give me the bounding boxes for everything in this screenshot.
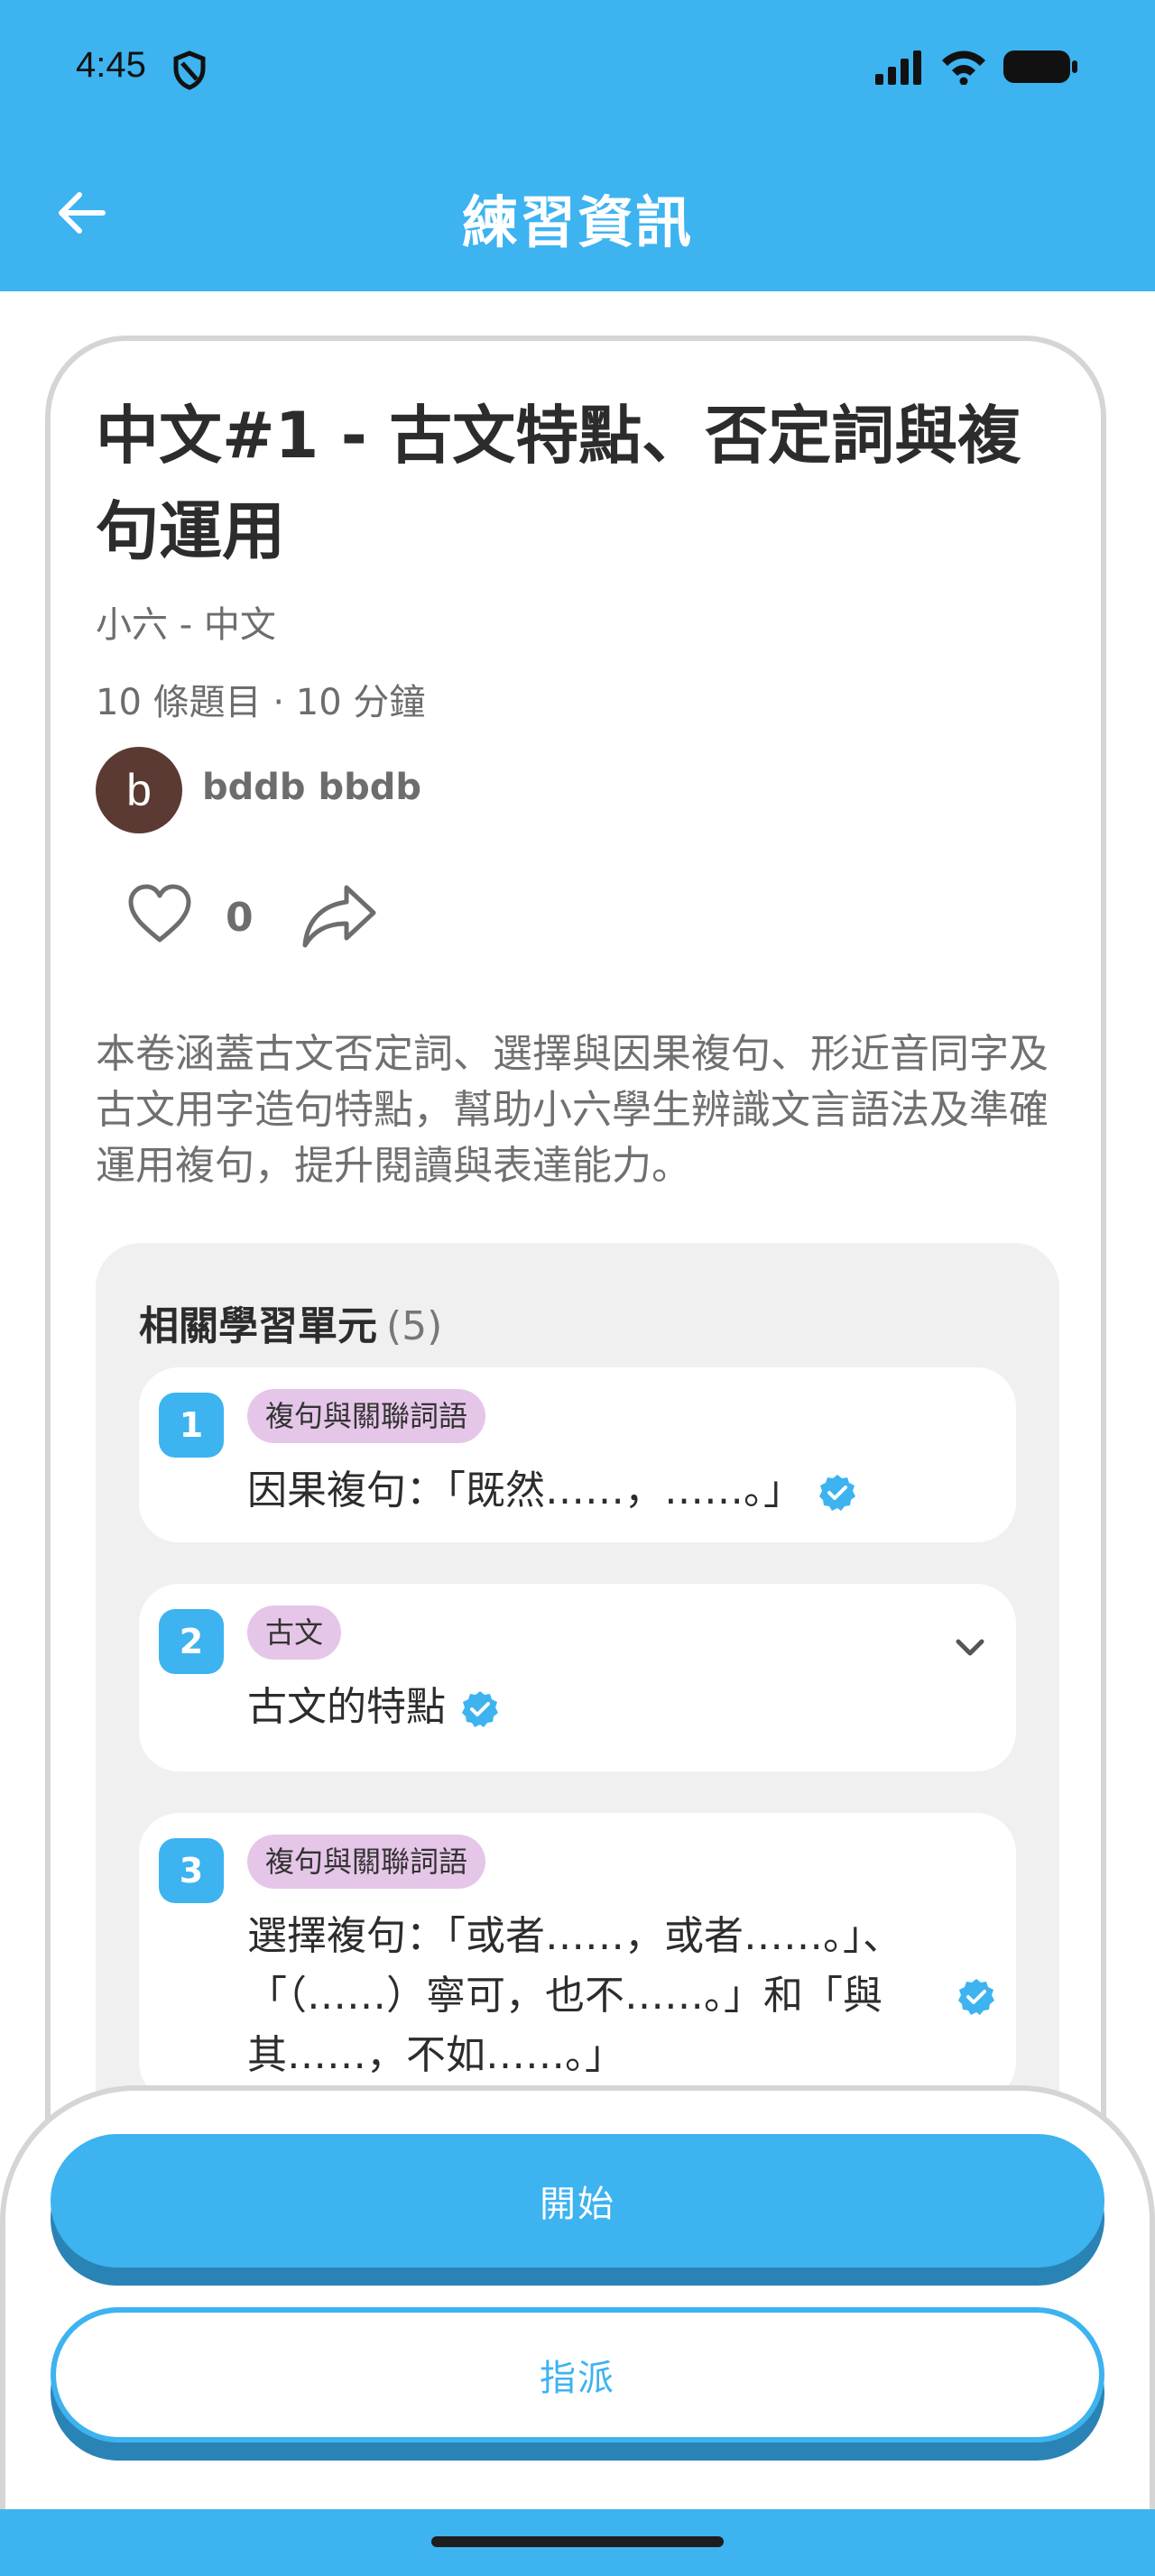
author-name[interactable]: bddb bbdb bbox=[202, 767, 421, 808]
verified-badge-icon bbox=[958, 1979, 994, 2015]
signal-icon bbox=[875, 51, 921, 85]
related-units-count: (5) bbox=[386, 1303, 443, 1349]
unit-title-text: 選擇複句：「或者……，或者……。」、「（……）寧可，也不……。」和「與其……，不… bbox=[247, 1913, 902, 2078]
unit-number: 3 bbox=[159, 1838, 224, 1903]
verified-badge-icon bbox=[462, 1691, 498, 1727]
unit-item[interactable]: 3 複句與關聯詞語 選擇複句：「或者……，或者……。」、「（……）寧可，也不……… bbox=[139, 1813, 1016, 2102]
related-units-heading: 相關學習單元 (5) bbox=[139, 1293, 442, 1351]
wifi-icon bbox=[942, 51, 985, 85]
home-indicator[interactable] bbox=[431, 2536, 724, 2547]
unit-item[interactable]: 2 古文 古文的特點 bbox=[139, 1584, 1016, 1771]
unit-tag: 複句與關聯詞語 bbox=[247, 1389, 486, 1443]
unit-title: 選擇複句：「或者……，或者……。」、「（……）寧可，也不……。」和「與其……，不… bbox=[247, 1907, 933, 2085]
verified-badge-icon bbox=[819, 1475, 855, 1511]
unit-item[interactable]: 1 複句與關聯詞語 因果複句：「既然……，……。」 bbox=[139, 1367, 1016, 1542]
unit-number: 2 bbox=[159, 1609, 224, 1674]
heart-icon[interactable] bbox=[126, 882, 193, 945]
unit-tag: 複句與關聯詞語 bbox=[247, 1835, 486, 1889]
battery-icon bbox=[1003, 51, 1077, 83]
related-units-title: 相關學習單元 bbox=[139, 1303, 377, 1349]
like-count: 0 bbox=[226, 895, 254, 941]
practice-info-screen: 4:45 練習資訊 中文#1 - 古文特點、否定詞與複句運用 小六 - 中文 1… bbox=[0, 0, 1155, 2576]
page-title: 練習資訊 bbox=[461, 189, 693, 255]
status-icons bbox=[875, 49, 1079, 85]
unit-title: 因果複句：「既然……，……。」 bbox=[247, 1461, 915, 1521]
assign-button[interactable]: 指派 bbox=[51, 2307, 1104, 2443]
unit-tag: 古文 bbox=[247, 1605, 342, 1660]
unit-number: 1 bbox=[159, 1393, 224, 1458]
quiz-meta: 10 條題目 · 10 分鐘 bbox=[96, 682, 426, 723]
unit-title: 古文的特點 bbox=[247, 1678, 915, 1737]
unit-title-text: 因果複句：「既然……，……。」 bbox=[247, 1467, 803, 1513]
shield-icon bbox=[173, 51, 206, 90]
quiz-description: 本卷涵蓋古文否定詞、選擇與因果複句、形近音同字及古文用字造句特點，幫助小六學生辨… bbox=[96, 1031, 1049, 1189]
quiz-subject: 小六 - 中文 bbox=[96, 604, 276, 646]
start-button[interactable]: 開始 bbox=[51, 2134, 1104, 2268]
unit-title-text: 古文的特點 bbox=[247, 1684, 446, 1730]
app-header: 4:45 練習資訊 bbox=[0, 0, 1155, 291]
share-icon[interactable] bbox=[300, 882, 377, 951]
chevron-down-icon[interactable] bbox=[951, 1629, 989, 1667]
author-avatar[interactable]: b bbox=[96, 747, 182, 833]
status-time: 4:45 bbox=[76, 45, 146, 85]
quiz-title: 中文#1 - 古文特點、否定詞與複句運用 bbox=[96, 399, 1021, 568]
